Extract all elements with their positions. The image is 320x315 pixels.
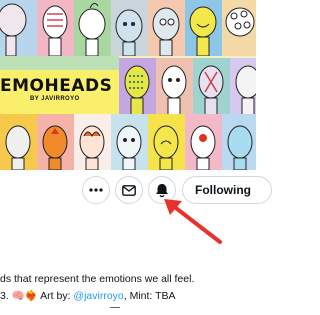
banner-tile bbox=[156, 58, 193, 116]
banner-tile bbox=[185, 0, 222, 56]
banner-tile bbox=[119, 58, 156, 116]
more-horizontal-icon bbox=[89, 188, 103, 192]
banner-tile bbox=[111, 114, 148, 170]
banner-tile bbox=[0, 0, 37, 56]
profile-banner[interactable]: EMOHEADS BY JAVIRROYO bbox=[0, 0, 256, 170]
message-button[interactable] bbox=[115, 176, 143, 204]
artist-handle-link[interactable]: @javirroyo bbox=[73, 290, 123, 302]
banner-tile bbox=[0, 114, 37, 170]
banner-tile bbox=[37, 0, 74, 56]
bio-text: 3. 🧠❤️‍🔥 Art by: bbox=[0, 290, 74, 302]
banner-title: EMOHEADS bbox=[0, 76, 113, 96]
envelope-icon bbox=[122, 184, 136, 196]
bio-line-2: 3. 🧠❤️‍🔥 Art by: @javirroyo, Mint: TBA bbox=[0, 289, 176, 302]
banner-tile bbox=[185, 114, 222, 170]
banner-tile bbox=[74, 114, 111, 170]
banner-subtitle: BY JAVIRROYO bbox=[30, 96, 80, 102]
banner-tile bbox=[193, 58, 230, 116]
banner-tile bbox=[74, 0, 111, 56]
bio-mint-text: , Mint: TBA bbox=[123, 290, 176, 302]
more-button[interactable] bbox=[82, 176, 110, 204]
banner-tile bbox=[230, 58, 256, 116]
banner-tile bbox=[222, 114, 256, 170]
banner-tile bbox=[111, 0, 148, 56]
banner-tile bbox=[37, 114, 74, 170]
banner-tile bbox=[0, 56, 119, 70]
banner-tile bbox=[222, 0, 256, 56]
banner-tile bbox=[148, 114, 185, 170]
divider bbox=[110, 307, 120, 308]
banner-tile bbox=[148, 0, 185, 56]
bio-line-1: ds that represent the emotions we all fe… bbox=[0, 273, 195, 285]
annotation-arrow-icon bbox=[164, 199, 222, 244]
